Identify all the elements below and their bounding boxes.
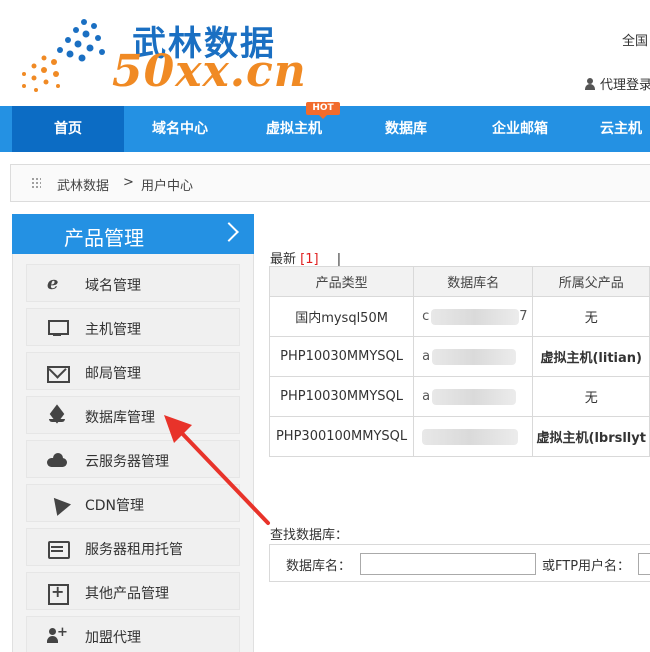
- breadcrumb-separator: >: [123, 175, 134, 190]
- breadcrumb: 武林数据 > 用户中心: [10, 164, 650, 202]
- sidebar-item-label: 数据库管理: [85, 410, 155, 426]
- grid-dots-icon: [31, 177, 41, 189]
- breadcrumb-home-link[interactable]: 武林数据: [57, 175, 109, 194]
- add-user-icon: [47, 625, 68, 645]
- annotation-arrow: [164, 415, 270, 525]
- cell-db-name[interactable]: [413, 416, 534, 457]
- sidebar-item-host[interactable]: 主机管理: [26, 308, 240, 346]
- layers-icon: [47, 407, 67, 425]
- cell-db-name[interactable]: a: [413, 376, 534, 417]
- sidebar-item-label: 其他产品管理: [85, 586, 169, 602]
- sidebar-item-label: 主机管理: [85, 322, 141, 338]
- ftp-user-input[interactable]: [638, 553, 650, 575]
- agent-login-label: 代理登录: [600, 78, 650, 93]
- cell-product-type: PHP300100MMYSQL: [268, 416, 415, 457]
- cell-product-type: 国内mysql50M: [268, 296, 415, 337]
- latest-label[interactable]: 最新: [270, 252, 296, 267]
- search-section-title: 查找数据库：: [270, 528, 349, 543]
- plus-square-icon: [47, 582, 69, 605]
- sidebar-item-label: 服务器租用托管: [85, 542, 183, 558]
- column-header-db-name: 数据库名: [413, 266, 534, 297]
- nav-item-home[interactable]: 首页: [12, 106, 124, 152]
- redacted-text: [432, 388, 517, 405]
- nav-item-database[interactable]: 数据库: [352, 106, 460, 152]
- column-header-product-type: 产品类型: [268, 266, 415, 297]
- table-row: 国内mysql50M c7 无: [268, 296, 650, 337]
- cell-parent-product: 无: [532, 376, 650, 417]
- table-row: PHP10030MMYSQL a 虚拟主机(litian): [268, 336, 650, 377]
- nav-item-cloud-host[interactable]: 云主机: [600, 106, 650, 152]
- redacted-text: [432, 348, 517, 365]
- column-header-parent-product: 所属父产品: [532, 266, 650, 297]
- product-table: 产品类型 数据库名 所属父产品 国内mysql50M c7 无 PHP10030…: [268, 266, 650, 457]
- latest-filter: 最新 [1] |: [270, 248, 341, 267]
- chevron-right-icon: [219, 222, 239, 242]
- db-name-suffix: 7: [519, 309, 528, 324]
- sidebar-item-agent[interactable]: 加盟代理: [26, 616, 240, 652]
- sidebar-header[interactable]: 产品管理: [12, 214, 254, 254]
- table-row: PHP300100MMYSQL 虚拟主机(lbrsllyt: [268, 416, 650, 457]
- redacted-text: [422, 428, 519, 445]
- ie-icon: e: [47, 273, 59, 294]
- sidebar-item-domain[interactable]: e 域名管理: [26, 264, 240, 302]
- sidebar-item-label: 加盟代理: [85, 630, 141, 646]
- nav-item-domain[interactable]: 域名中心: [124, 106, 236, 152]
- cell-db-name[interactable]: a: [413, 336, 534, 377]
- server-icon: [47, 539, 70, 559]
- cell-parent-product: 无: [532, 296, 650, 337]
- ftp-user-label: 或FTP用户名：: [542, 559, 631, 574]
- latest-separator: |: [336, 252, 342, 267]
- logo-dots-graphic: [22, 19, 105, 92]
- db-name-input[interactable]: [360, 553, 536, 575]
- latest-count: [1]: [300, 252, 319, 267]
- hot-badge: HOT: [306, 102, 340, 119]
- nav-item-enterprise-mail[interactable]: 企业邮箱: [460, 106, 580, 152]
- logo-text-en: 50xx.cn: [112, 46, 307, 97]
- redacted-text: [431, 308, 520, 325]
- sidebar-title: 产品管理: [64, 226, 144, 250]
- top-right-region-link[interactable]: 全国: [622, 30, 648, 49]
- cell-product-type: PHP10030MMYSQL: [268, 336, 415, 377]
- db-name-prefix: a: [422, 349, 431, 364]
- breadcrumb-current: 用户中心: [141, 179, 194, 194]
- user-icon: [584, 78, 596, 90]
- table-row: PHP10030MMYSQL a 无: [268, 376, 650, 417]
- sidebar-item-mail[interactable]: 邮局管理: [26, 352, 240, 390]
- cloud-icon: [47, 451, 67, 469]
- db-name-prefix: a: [422, 389, 431, 404]
- cursor-icon: [47, 495, 67, 513]
- sidebar-item-label: 邮局管理: [85, 366, 141, 382]
- cell-parent-product[interactable]: 虚拟主机(litian): [532, 336, 650, 377]
- agent-login-link[interactable]: 代理登录: [584, 74, 650, 93]
- cell-product-type: PHP10030MMYSQL: [268, 376, 415, 417]
- cell-parent-product[interactable]: 虚拟主机(lbrsllyt: [532, 416, 650, 457]
- cell-db-name[interactable]: c7: [413, 296, 534, 337]
- search-form: 数据库名： 或FTP用户名：: [269, 544, 650, 582]
- site-logo[interactable]: 武林数据 50xx.cn: [14, 10, 314, 102]
- db-name-label: 数据库名：: [286, 559, 352, 574]
- monitor-icon: [47, 319, 69, 337]
- sidebar-item-label: CDN管理: [85, 498, 145, 514]
- mail-icon: [47, 363, 70, 383]
- db-name-prefix: c: [422, 309, 430, 324]
- sidebar-item-other-products[interactable]: 其他产品管理: [26, 572, 240, 610]
- sidebar-item-label: 域名管理: [85, 278, 141, 294]
